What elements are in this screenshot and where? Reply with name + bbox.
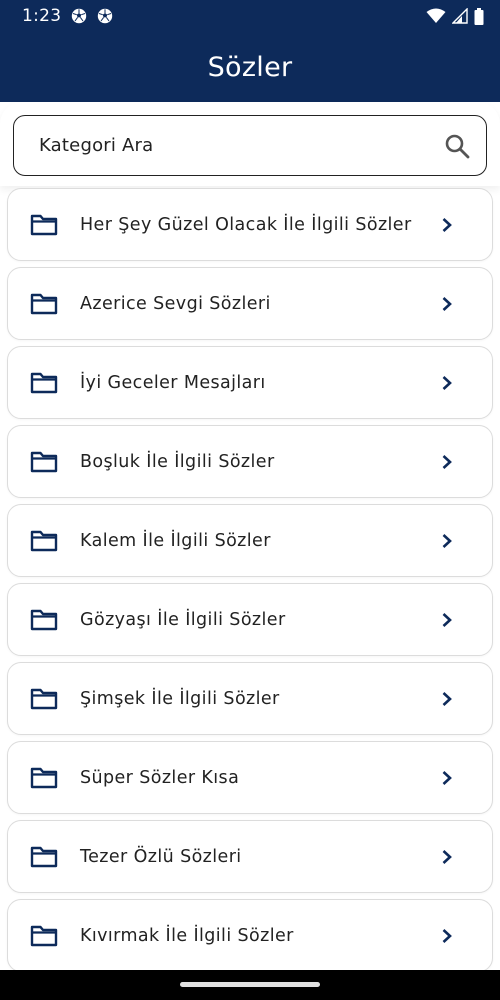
folder-icon — [30, 609, 58, 630]
chevron-right-icon — [442, 849, 452, 864]
status-bar: 1:23 — [0, 0, 500, 32]
chevron-right-icon — [442, 375, 452, 390]
list-item[interactable]: Kalem İle İlgili Sözler — [7, 504, 493, 577]
folder-icon — [30, 767, 58, 788]
list-item-label: Süper Sözler Kısa — [80, 767, 240, 788]
list-item-label: Boşluk İle İlgili Sözler — [80, 451, 275, 472]
content-sheet: Kategori Ara Her Şey Güzel Olacak İle İl… — [0, 102, 500, 972]
search-container: Kategori Ara — [0, 102, 500, 186]
chevron-right-icon — [442, 612, 452, 627]
list-item[interactable]: Şimşek İle İlgili Sözler — [7, 662, 493, 735]
soccer-ball-icon — [98, 8, 113, 24]
signal-icon — [452, 8, 468, 24]
chevron-right-icon — [442, 217, 452, 232]
folder-icon — [30, 925, 58, 946]
folder-icon — [30, 530, 58, 551]
status-time: 1:23 — [22, 6, 62, 26]
chevron-right-icon — [442, 454, 452, 469]
chevron-right-icon — [442, 533, 452, 548]
home-gesture-handle[interactable] — [180, 982, 320, 987]
search-input[interactable]: Kategori Ara — [13, 115, 487, 176]
list-item-label: Kıvırmak İle İlgili Sözler — [80, 925, 294, 946]
list-item[interactable]: Tezer Özlü Sözleri — [7, 820, 493, 893]
list-item-label: Şimşek İle İlgili Sözler — [80, 688, 280, 709]
chevron-right-icon — [442, 928, 452, 943]
list-item-label: Gözyaşı İle İlgili Sözler — [80, 609, 286, 630]
wifi-icon — [426, 8, 446, 23]
folder-icon — [30, 846, 58, 867]
list-item[interactable]: Her Şey Güzel Olacak İle İlgili Sözler — [7, 188, 493, 261]
list-item-label: Azerice Sevgi Sözleri — [80, 293, 271, 314]
chevron-right-icon — [442, 691, 452, 706]
system-nav-bar — [0, 970, 500, 1000]
folder-icon — [30, 372, 58, 393]
list-item[interactable]: İyi Geceler Mesajları — [7, 346, 493, 419]
list-item[interactable]: Gözyaşı İle İlgili Sözler — [7, 583, 493, 656]
list-item[interactable]: Süper Sözler Kısa — [7, 741, 493, 814]
list-item-label: Kalem İle İlgili Sözler — [80, 530, 271, 551]
folder-icon — [30, 293, 58, 314]
app-bar: Sözler — [0, 32, 500, 102]
chevron-right-icon — [442, 296, 452, 311]
list-item-label: İyi Geceler Mesajları — [80, 372, 266, 393]
list-item[interactable]: Azerice Sevgi Sözleri — [7, 267, 493, 340]
folder-icon — [30, 451, 58, 472]
list-item-label: Tezer Özlü Sözleri — [80, 846, 242, 867]
list-item-label: Her Şey Güzel Olacak İle İlgili Sözler — [80, 214, 412, 235]
chevron-right-icon — [442, 770, 452, 785]
search-icon[interactable] — [444, 133, 470, 159]
folder-icon — [30, 688, 58, 709]
list-item[interactable]: Kıvırmak İle İlgili Sözler — [7, 899, 493, 972]
soccer-ball-icon — [72, 8, 87, 24]
page-title: Sözler — [207, 51, 293, 83]
search-placeholder: Kategori Ara — [39, 135, 154, 156]
battery-icon — [474, 7, 484, 25]
list-item[interactable]: Boşluk İle İlgili Sözler — [7, 425, 493, 498]
folder-icon — [30, 214, 58, 235]
